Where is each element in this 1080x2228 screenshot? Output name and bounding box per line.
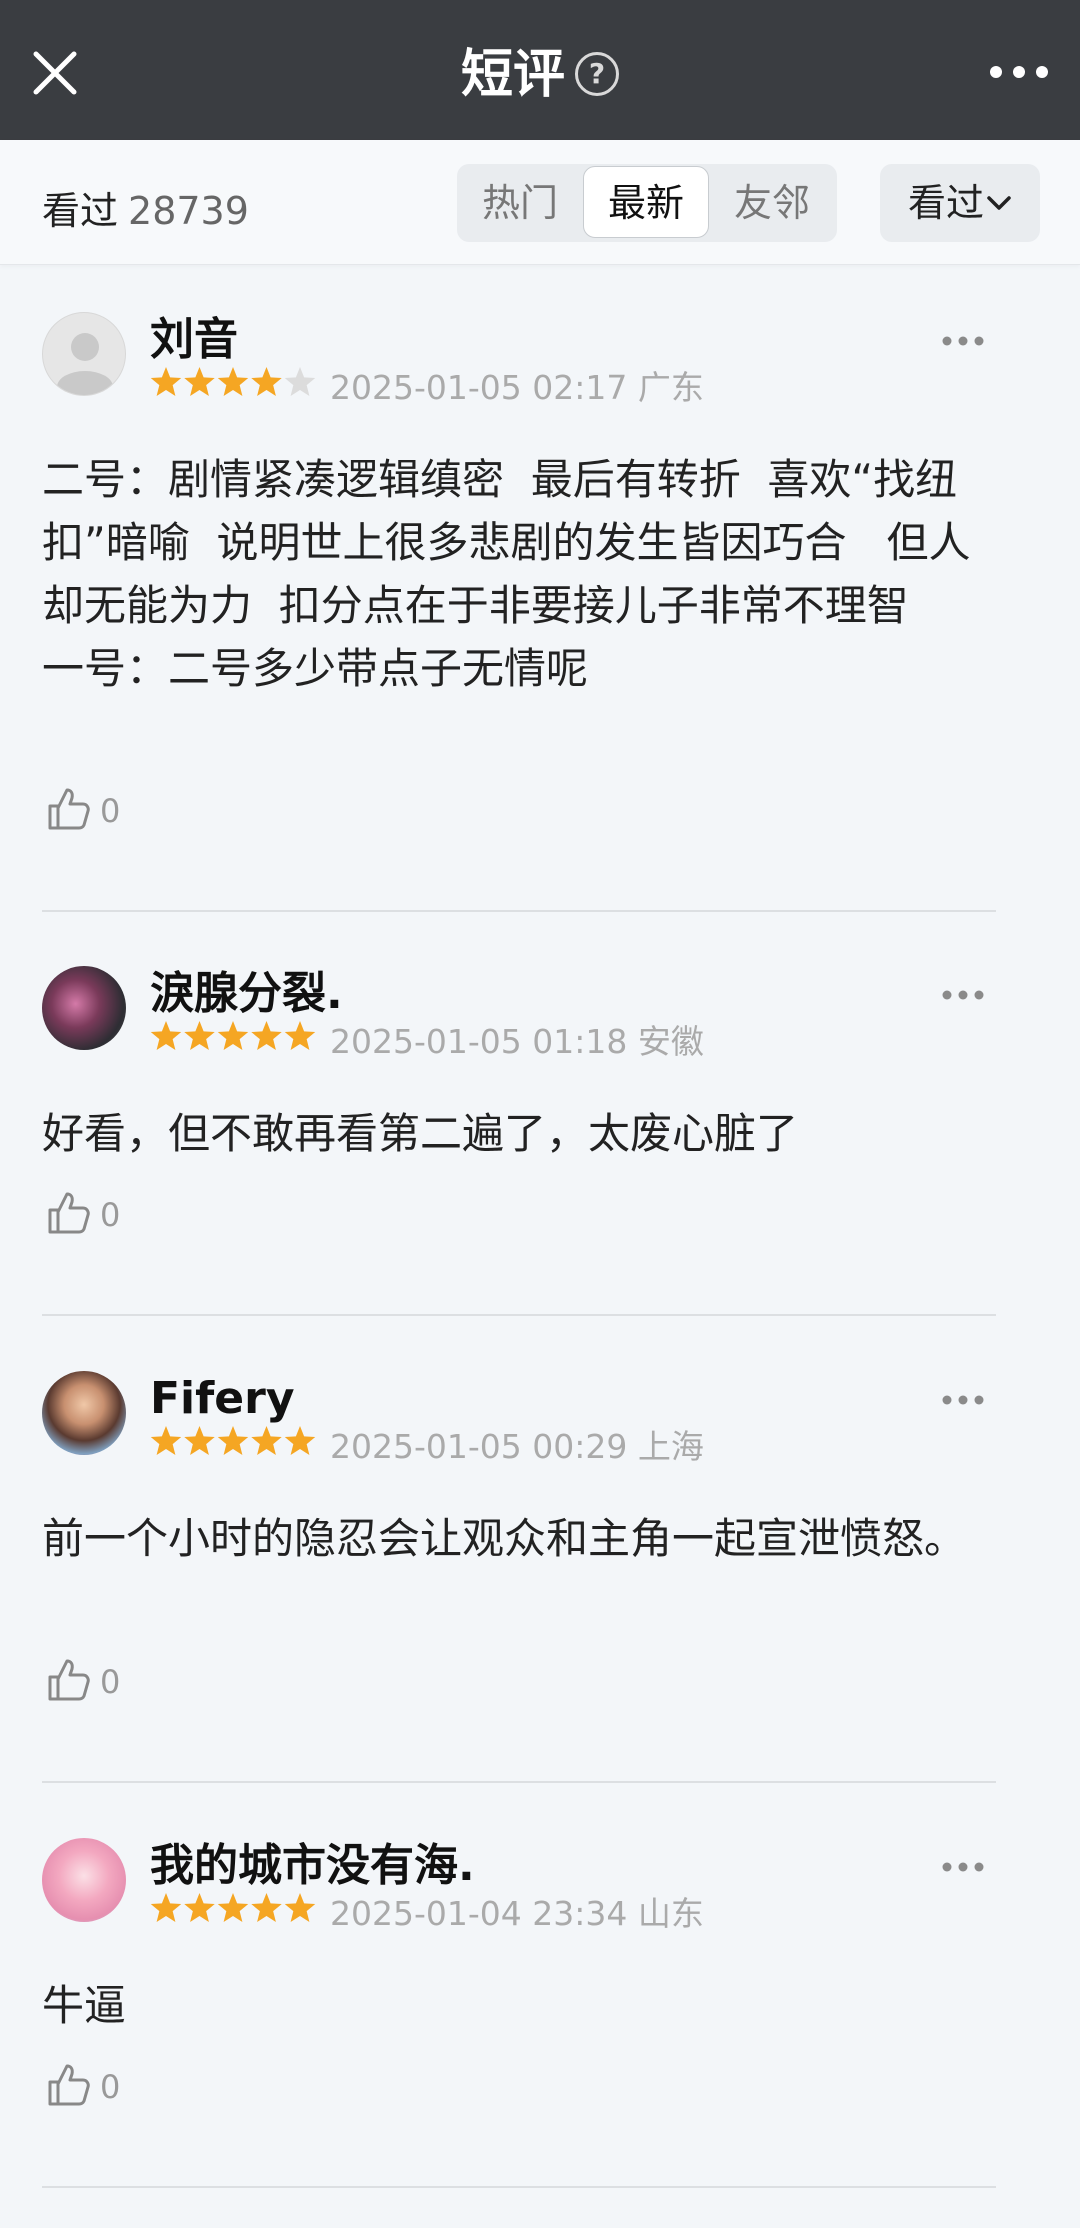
like-button[interactable]: 0	[42, 1188, 120, 1238]
star-filled-icon	[150, 1426, 182, 1455]
comment-location: 安徽	[637, 1022, 704, 1061]
star-filled-icon	[251, 1021, 282, 1050]
like-button[interactable]: 0	[42, 2060, 120, 2110]
star-filled-icon	[184, 367, 215, 396]
comment-text: 好看，但不敢再看第二遍了，太废心脏了	[42, 1109, 799, 1158]
like-count: 0	[100, 792, 121, 830]
divider	[42, 910, 996, 912]
star-filled-icon	[217, 1893, 249, 1922]
more-options-icon[interactable]	[940, 988, 986, 1002]
rating-stars	[150, 366, 316, 407]
divider	[42, 1314, 996, 1316]
watched-count: 看过 28739	[42, 180, 249, 235]
page-title: 短评?	[0, 40, 1080, 110]
like-count: 0	[100, 1663, 121, 1701]
avatar[interactable]	[42, 312, 126, 396]
rating-stars	[150, 1892, 316, 1933]
page-title-text: 短评	[460, 45, 565, 105]
avatar[interactable]	[42, 966, 126, 1050]
tab-hot[interactable]: 热门	[457, 164, 583, 242]
star-filled-icon	[150, 367, 182, 396]
status-dropdown[interactable]: 看过	[880, 164, 1040, 242]
star-filled-icon	[251, 1893, 282, 1922]
comment-date: 2025-01-04 23:34	[330, 1894, 628, 1933]
avatar[interactable]	[42, 1838, 126, 1922]
help-icon[interactable]: ?	[575, 52, 619, 96]
comment-location: 上海	[637, 1427, 704, 1466]
star-filled-icon	[284, 1893, 316, 1922]
watched-count-value: 28739	[128, 189, 249, 233]
user-name[interactable]: Fifery	[150, 1371, 295, 1427]
star-filled-icon	[284, 1021, 316, 1050]
star-empty-icon	[284, 367, 316, 396]
thumbs-up-icon	[48, 2064, 90, 2106]
tab-latest[interactable]: 最新	[583, 166, 709, 238]
more-options-icon[interactable]	[940, 334, 986, 348]
rating-stars	[150, 1425, 316, 1466]
star-filled-icon	[217, 367, 249, 396]
star-filled-icon	[150, 1893, 182, 1922]
comment-location: 广东	[637, 368, 704, 407]
user-name[interactable]: 我的城市没有海.	[150, 1838, 475, 1894]
chevron-down-icon	[987, 195, 1011, 210]
more-options-icon[interactable]	[940, 1393, 986, 1407]
filter-bar: 看过 28739 热门 最新 友邻 看过	[0, 140, 1080, 265]
thumbs-up-icon	[48, 788, 90, 830]
comment-date: 2025-01-05 00:29	[330, 1427, 628, 1466]
comment-date: 2025-01-05 02:17	[330, 368, 628, 407]
comment-meta: 2025-01-04 23:34 山东	[150, 1892, 704, 1934]
rating-stars	[150, 1020, 316, 1061]
comment-text: 二号：剧情紧凑逻辑缜密 最后有转折 喜欢“找纽扣”暗喻 说明世上很多悲剧的发生皆…	[42, 455, 971, 693]
divider	[42, 2186, 996, 2188]
like-button[interactable]: 0	[42, 1655, 120, 1705]
avatar[interactable]	[42, 1371, 126, 1455]
star-filled-icon	[184, 1021, 215, 1050]
user-name[interactable]: 刘音	[150, 312, 238, 368]
like-button[interactable]: 0	[42, 784, 120, 834]
star-filled-icon	[150, 1021, 182, 1050]
divider	[42, 1781, 996, 1783]
top-bar: 短评?	[0, 0, 1080, 140]
watched-count-label: 看过	[42, 189, 119, 233]
star-filled-icon	[217, 1426, 249, 1455]
comment-location: 山东	[637, 1894, 704, 1933]
like-count: 0	[100, 2068, 121, 2106]
comment-date: 2025-01-05 01:18	[330, 1022, 628, 1061]
sort-tabs: 热门 最新 友邻	[457, 164, 837, 242]
comment-meta: 2025-01-05 02:17 广东	[150, 366, 704, 408]
star-filled-icon	[284, 1426, 316, 1455]
comment-text: 前一个小时的隐忍会让观众和主角一起宣泄愤怒。	[42, 1514, 967, 1563]
tab-friends[interactable]: 友邻	[709, 164, 835, 242]
comment-meta: 2025-01-05 00:29 上海	[150, 1425, 704, 1467]
default-avatar-icon	[57, 333, 113, 395]
comment-meta: 2025-01-05 01:18 安徽	[150, 1020, 704, 1062]
comment-text: 牛逼	[42, 1981, 127, 2030]
thumbs-up-icon	[48, 1659, 90, 1701]
more-options-icon[interactable]	[940, 1860, 986, 1874]
like-count: 0	[100, 1196, 121, 1234]
thumbs-up-icon	[48, 1192, 90, 1234]
star-filled-icon	[184, 1893, 215, 1922]
status-dropdown-label: 看过	[907, 181, 984, 225]
user-name[interactable]: 淚腺分裂.	[150, 966, 343, 1022]
star-filled-icon	[251, 367, 282, 396]
star-filled-icon	[217, 1021, 249, 1050]
star-filled-icon	[184, 1426, 215, 1455]
star-filled-icon	[251, 1426, 282, 1455]
more-horizontal-icon[interactable]	[988, 52, 1050, 92]
